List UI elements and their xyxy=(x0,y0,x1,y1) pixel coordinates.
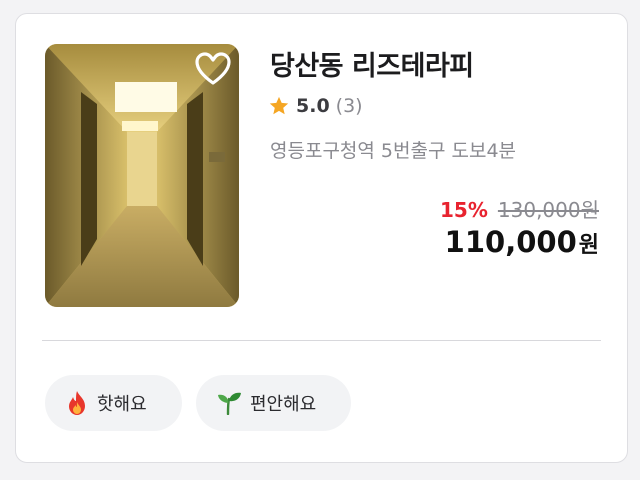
listing-card[interactable]: 당산동 리즈테라피 5.0 (3) 영등포구청역 5번출구 도보4분 15% 1… xyxy=(15,13,628,463)
location-text: 영등포구청역 5번출구 도보4분 xyxy=(270,140,517,162)
tag-label: 편안해요 xyxy=(250,394,317,415)
leaf-icon xyxy=(218,392,241,415)
rating: 5.0 (3) xyxy=(268,93,363,119)
original-price: 130,000원 xyxy=(497,198,599,222)
review-count: (3) xyxy=(335,95,363,117)
divider xyxy=(42,340,601,341)
tag-chip-comfortable[interactable]: 편안해요 xyxy=(196,375,351,431)
rating-score: 5.0 xyxy=(296,95,330,117)
tag-chip-hot[interactable]: 핫해요 xyxy=(45,375,182,431)
discount-rate: 15% xyxy=(440,198,488,222)
star-icon xyxy=(269,96,289,115)
price-discount-row: 15% 130,000원 xyxy=(440,194,599,223)
sale-price-amount: 110,000 xyxy=(444,225,577,259)
currency-unit: 원 xyxy=(578,233,599,258)
fire-icon xyxy=(69,391,85,415)
tag-label: 핫해요 xyxy=(97,394,147,415)
favorite-heart-icon[interactable] xyxy=(195,52,231,86)
listing-title[interactable]: 당산동 리즈테라피 xyxy=(270,44,474,83)
listing-thumbnail[interactable] xyxy=(45,44,239,307)
sale-price: 110,000 원 xyxy=(445,225,599,259)
